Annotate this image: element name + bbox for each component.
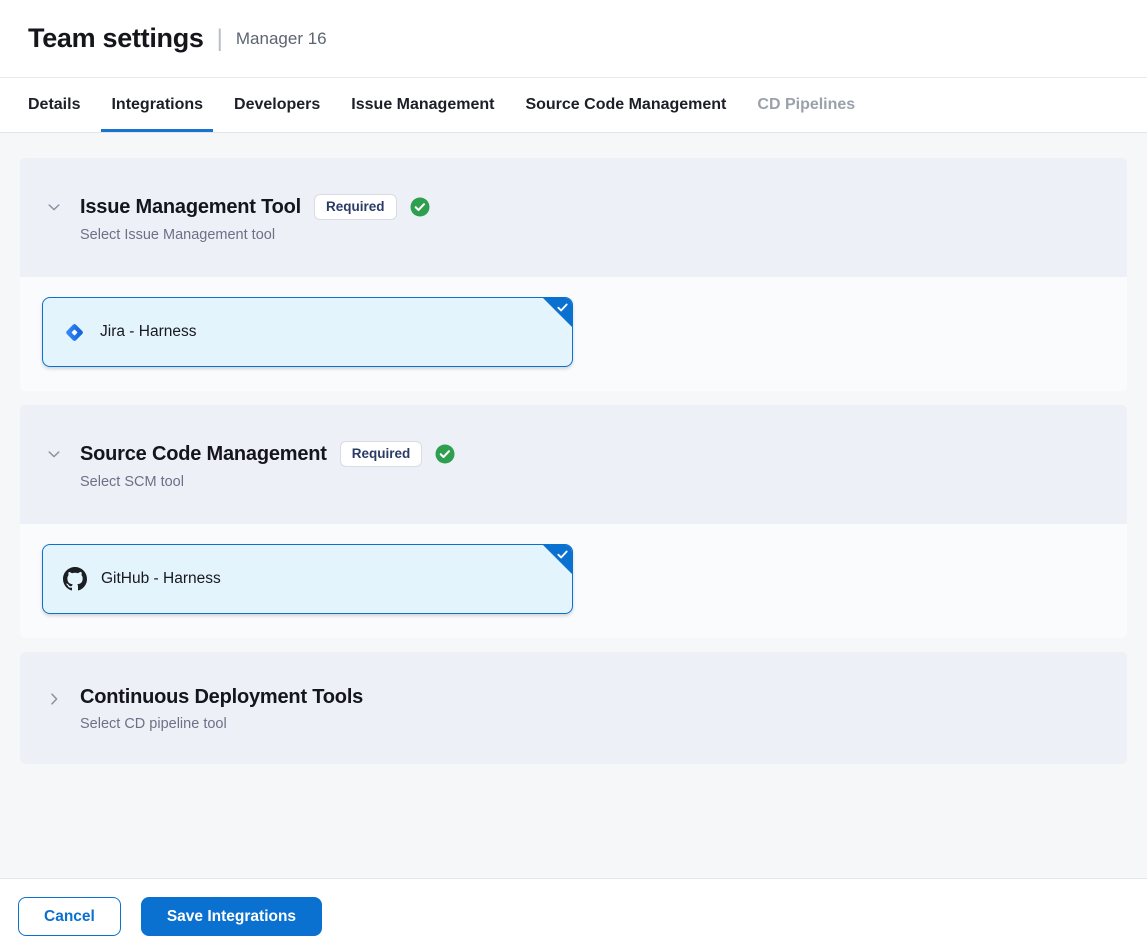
section-continuous-deployment-tools: Continuous Deployment Tools Select CD pi… (20, 652, 1127, 764)
tool-name-label: Jira - Harness (100, 323, 196, 341)
tab-details[interactable]: Details (18, 78, 90, 132)
page-header: Team settings | Manager 16 (0, 0, 1147, 78)
tool-card-jira[interactable]: Jira - Harness (42, 297, 573, 367)
tab-cd-pipelines[interactable]: CD Pipelines (747, 78, 865, 132)
complete-check-icon (410, 197, 430, 217)
tab-source-code-management[interactable]: Source Code Management (515, 78, 736, 132)
tab-issue-management[interactable]: Issue Management (341, 78, 504, 132)
required-badge: Required (340, 441, 423, 467)
tab-integrations[interactable]: Integrations (101, 78, 213, 132)
selected-check-icon (556, 301, 569, 319)
selected-check-icon (556, 548, 569, 566)
section-subtitle: Select SCM tool (80, 474, 455, 490)
section-scm-header[interactable]: Source Code Management Required Select S… (20, 405, 1127, 524)
integrations-content: Issue Management Tool Required Select Is… (0, 133, 1147, 878)
complete-check-icon (435, 444, 455, 464)
title-separator: | (217, 25, 223, 53)
tool-card-github[interactable]: GitHub - Harness (42, 544, 573, 614)
section-issue-management-tool: Issue Management Tool Required Select Is… (20, 158, 1127, 391)
section-title: Source Code Management (80, 443, 327, 466)
tool-name-label: GitHub - Harness (101, 570, 221, 588)
tab-bar: Details Integrations Developers Issue Ma… (0, 78, 1147, 133)
team-name-label: Manager 16 (236, 29, 327, 49)
chevron-right-icon[interactable] (46, 691, 62, 732)
footer-action-bar: Cancel Save Integrations (0, 878, 1147, 952)
section-title: Issue Management Tool (80, 196, 301, 219)
chevron-down-icon[interactable] (46, 446, 62, 490)
team-settings-page: Team settings | Manager 16 Details Integ… (0, 0, 1147, 952)
page-title: Team settings (28, 23, 204, 54)
section-source-code-management: Source Code Management Required Select S… (20, 405, 1127, 638)
save-integrations-button[interactable]: Save Integrations (141, 897, 322, 936)
github-icon (63, 567, 87, 591)
section-issue-management-header[interactable]: Issue Management Tool Required Select Is… (20, 158, 1127, 277)
cancel-button[interactable]: Cancel (18, 897, 121, 936)
tab-developers[interactable]: Developers (224, 78, 330, 132)
section-subtitle: Select CD pipeline tool (80, 716, 363, 732)
chevron-down-icon[interactable] (46, 199, 62, 243)
section-issue-management-body: Jira - Harness (20, 277, 1127, 391)
jira-icon (63, 321, 86, 344)
section-scm-body: GitHub - Harness (20, 524, 1127, 638)
required-badge: Required (314, 194, 397, 220)
section-title: Continuous Deployment Tools (80, 686, 363, 709)
section-subtitle: Select Issue Management tool (80, 227, 430, 243)
section-cd-header[interactable]: Continuous Deployment Tools Select CD pi… (20, 652, 1127, 764)
